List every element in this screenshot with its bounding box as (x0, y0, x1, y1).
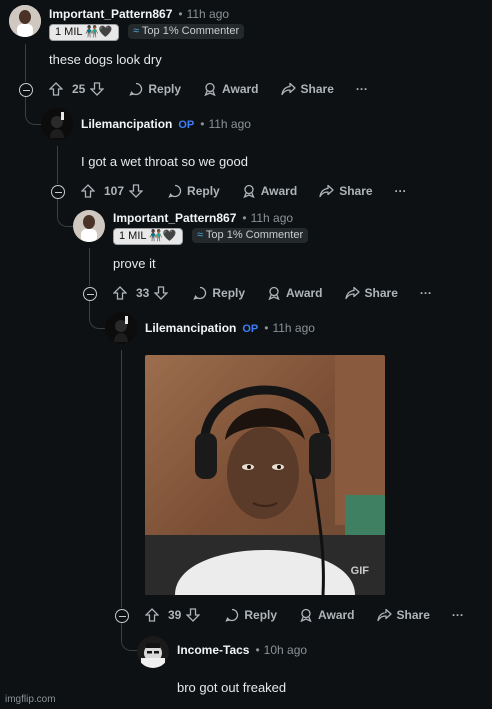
share-icon (280, 82, 296, 96)
comment-time: 11h ago (208, 117, 251, 131)
gif-image[interactable]: GIF (145, 355, 385, 595)
collapse-icon[interactable] (83, 287, 97, 301)
avatar[interactable] (9, 5, 41, 37)
thread-elbow (57, 198, 74, 227)
comment-author[interactable]: Income-Tacs • 10h ago (177, 643, 307, 657)
gif-label: GIF (350, 565, 369, 577)
vote-count: 39 (168, 608, 182, 622)
collapse-icon[interactable] (19, 83, 33, 97)
comment-text: bro got out freaked (177, 680, 287, 695)
comment-time: 11h ago (272, 321, 315, 335)
user-flair: 1 MIL 👨🏿‍🤝‍👨🏾🖤 (113, 228, 183, 245)
share-icon (376, 608, 392, 622)
comment-author[interactable]: Lilemancipation OP • 11h ago (81, 117, 251, 131)
reply-button[interactable]: Reply (129, 82, 181, 96)
more-icon[interactable]: ··· (395, 184, 407, 198)
thread-line (25, 44, 26, 82)
downvote-icon[interactable] (90, 82, 105, 96)
comment-actions: 25 Reply Award Share ··· (49, 79, 390, 99)
vote-group: 107 (81, 184, 148, 198)
comment-actions: 33 Reply Award Share ··· (113, 283, 454, 303)
award-button[interactable]: Award (203, 82, 259, 96)
vote-count: 33 (136, 286, 150, 300)
top-commenter-badge: ≈ Top 1% Commenter (192, 228, 309, 243)
comment-time: 10h ago (263, 643, 308, 657)
share-button[interactable]: Share (344, 286, 398, 300)
comment-time: 11h ago (250, 211, 294, 225)
thread-elbow (121, 622, 138, 651)
op-badge: OP (178, 119, 195, 131)
avatar[interactable] (137, 636, 169, 668)
downvote-icon[interactable] (154, 286, 169, 300)
upvote-icon[interactable] (81, 184, 95, 198)
comment-text: these dogs look dry (49, 52, 162, 67)
award-icon (300, 608, 312, 622)
thread-elbow (89, 300, 106, 329)
thread-line (57, 146, 58, 184)
comment-actions: 39 Reply Award Share ··· (145, 605, 486, 625)
collapse-icon[interactable] (51, 185, 65, 199)
badge-icon: ≈ (133, 25, 140, 37)
more-icon[interactable]: ··· (452, 608, 464, 622)
share-button[interactable]: Share (280, 82, 334, 96)
reply-icon (129, 82, 143, 96)
award-button[interactable]: Award (267, 286, 323, 300)
reply-icon (225, 608, 239, 622)
comment-author[interactable]: Important_Pattern867 • 11h ago (49, 7, 229, 21)
comment-time: 11h ago (186, 7, 230, 21)
award-icon (243, 184, 255, 198)
op-badge: OP (242, 323, 259, 335)
comment-text: prove it (113, 256, 156, 271)
upvote-icon[interactable] (113, 286, 127, 300)
thread-line (121, 350, 122, 608)
reply-button[interactable]: Reply (225, 608, 277, 622)
vote-count: 25 (72, 82, 86, 96)
award-icon (204, 82, 216, 96)
flair-emoji: 👨🏿‍🤝‍👨🏾🖤 (85, 26, 113, 38)
share-button[interactable]: Share (319, 184, 373, 198)
downvote-icon[interactable] (129, 184, 144, 198)
award-button[interactable]: Award (242, 184, 297, 198)
top-commenter-badge: ≈ Top 1% Commenter (128, 24, 245, 39)
share-button[interactable]: Share (376, 608, 430, 622)
thread-line (89, 248, 90, 286)
reply-icon (168, 184, 182, 198)
downvote-icon[interactable] (186, 608, 201, 622)
badge-icon: ≈ (197, 229, 204, 241)
collapse-icon[interactable] (115, 609, 129, 623)
more-icon[interactable]: ··· (420, 286, 432, 300)
avatar[interactable] (73, 210, 105, 242)
reply-button[interactable]: Reply (168, 184, 220, 198)
reply-icon (193, 286, 207, 300)
share-icon (319, 184, 334, 198)
user-flair: 1 MIL 👨🏿‍🤝‍👨🏾🖤 (49, 24, 119, 41)
vote-group: 39 (145, 608, 205, 622)
award-icon (268, 286, 280, 300)
upvote-icon[interactable] (145, 608, 159, 622)
avatar[interactable] (105, 312, 137, 344)
reply-button[interactable]: Reply (193, 286, 245, 300)
comment-actions: 107 Reply Award Share ··· (81, 181, 429, 201)
vote-group: 25 (49, 82, 109, 96)
vote-count: 107 (104, 184, 125, 198)
share-icon (344, 286, 360, 300)
avatar[interactable] (41, 108, 73, 140)
vote-group: 33 (113, 286, 173, 300)
upvote-icon[interactable] (49, 82, 63, 96)
more-icon[interactable]: ··· (356, 82, 368, 96)
flair-emoji: 👨🏿‍🤝‍👨🏾🖤 (149, 230, 177, 242)
comment-author[interactable]: Lilemancipation OP • 11h ago (145, 321, 315, 335)
comment-author[interactable]: Important_Pattern867 • 11h ago (113, 211, 293, 225)
thread-elbow (25, 96, 42, 125)
award-button[interactable]: Award (299, 608, 355, 622)
watermark: imgflip.com (5, 694, 56, 705)
comment-text: I got a wet throat so we good (81, 154, 248, 169)
